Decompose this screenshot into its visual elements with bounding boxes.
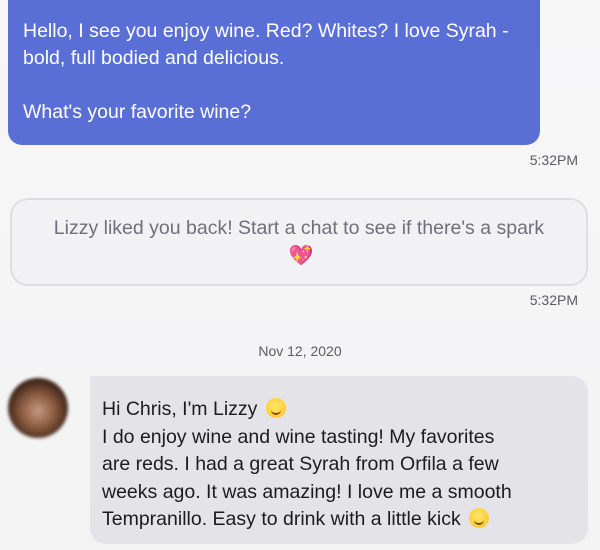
- outgoing-message-line: What's your favorite wine?: [23, 101, 252, 123]
- match-notice-banner: Lizzy liked you back! Start a chat to se…: [10, 198, 588, 286]
- avatar[interactable]: [8, 378, 68, 438]
- incoming-message-line: are reds. I had a great Syrah from Orfil…: [102, 453, 499, 475]
- incoming-message-line: Tempranillo. Easy to drink with a little…: [102, 508, 461, 530]
- sparkling-heart-icon: 💖: [288, 245, 314, 267]
- match-notice-timestamp: 5:32PM: [529, 292, 578, 308]
- outgoing-message-line: Hello, I see you enjoy wine. Red? Whites…: [23, 20, 509, 42]
- incoming-message-line: weeks ago. It was amazing! I love me a s…: [102, 480, 512, 503]
- outgoing-message-line: bold, full bodied and delicious.: [23, 47, 285, 69]
- chat-screen: Hello, I see you enjoy wine. Red? Whites…: [0, 0, 600, 550]
- incoming-message-line: I do enjoy wine and wine tasting! My fav…: [102, 425, 495, 448]
- winking-face-icon: [469, 508, 490, 528]
- date-separator: Nov 12, 2020: [258, 343, 342, 359]
- incoming-message-line: Hi Chris, I'm Lizzy: [102, 398, 258, 420]
- outgoing-message-timestamp: 5:32PM: [529, 152, 578, 168]
- match-notice-text: Lizzy liked you back! Start a chat to se…: [53, 217, 545, 239]
- incoming-message-bubble[interactable]: Hi Chris, I'm Lizzy I do enjoy wine and …: [90, 376, 588, 544]
- smiling-face-icon: [265, 398, 286, 418]
- outgoing-message-bubble[interactable]: Hello, I see you enjoy wine. Red? Whites…: [8, 0, 540, 145]
